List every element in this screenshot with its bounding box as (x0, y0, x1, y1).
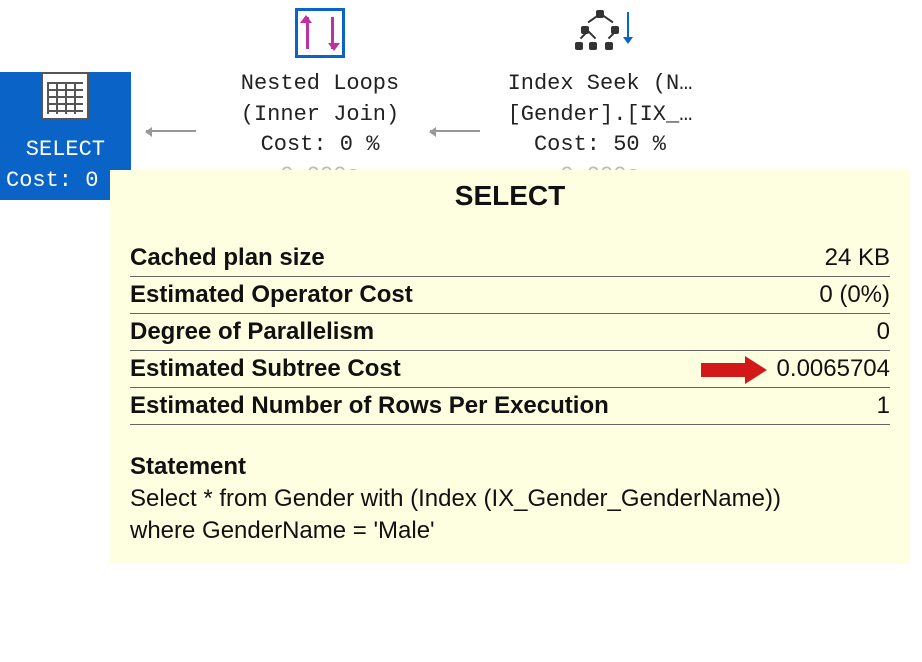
tooltip-key: Estimated Operator Cost (130, 277, 675, 314)
node-sublabel: [Gender].[IX_… (508, 102, 693, 127)
tooltip-row: Estimated Number of Rows Per Execution1 (130, 388, 890, 425)
plan-node-nested-loops[interactable]: Nested Loops (Inner Join) Cost: 0 % 0.00… (190, 8, 450, 192)
plan-node-index-seek[interactable]: Index Seek (N… [Gender].[IX_… Cost: 50 %… (470, 8, 730, 192)
tooltip-title: SELECT (130, 180, 890, 212)
table-icon (41, 72, 89, 120)
node-cost: Cost: 0 % (6, 168, 125, 193)
tooltip-value: 0 (675, 314, 890, 351)
tooltip-value: 0 (0%) (675, 277, 890, 314)
nested-loops-icon (295, 8, 345, 58)
plan-connector (146, 130, 196, 132)
tooltip-value: 0.0065704 (675, 351, 890, 388)
statement-text: Select * from Gender with (Index (IX_Gen… (130, 483, 890, 548)
highlight-arrow-icon (701, 357, 771, 383)
tooltip-key: Estimated Subtree Cost (130, 351, 675, 388)
tooltip-value: 1 (675, 388, 890, 425)
tooltip-properties-table: Cached plan size24 KBEstimated Operator … (130, 240, 890, 425)
tooltip-value: 24 KB (675, 240, 890, 277)
tooltip-key: Degree of Parallelism (130, 314, 675, 351)
statement-label: Statement (130, 453, 890, 481)
tooltip-row: Estimated Subtree Cost0.0065704 (130, 351, 890, 388)
index-seek-icon (575, 8, 625, 58)
node-label: Index Seek (N… (508, 71, 693, 96)
tooltip-row: Estimated Operator Cost0 (0%) (130, 277, 890, 314)
operator-tooltip: SELECT Cached plan size24 KBEstimated Op… (110, 170, 910, 564)
node-label: SELECT (26, 137, 105, 162)
tooltip-row: Cached plan size24 KB (130, 240, 890, 277)
tooltip-row: Degree of Parallelism0 (130, 314, 890, 351)
node-cost: Cost: 0 % (261, 132, 380, 157)
node-sublabel: (Inner Join) (241, 102, 399, 127)
tooltip-key: Estimated Number of Rows Per Execution (130, 388, 675, 425)
node-cost: Cost: 50 % (534, 132, 666, 157)
node-label: Nested Loops (241, 71, 399, 96)
tooltip-key: Cached plan size (130, 240, 675, 277)
